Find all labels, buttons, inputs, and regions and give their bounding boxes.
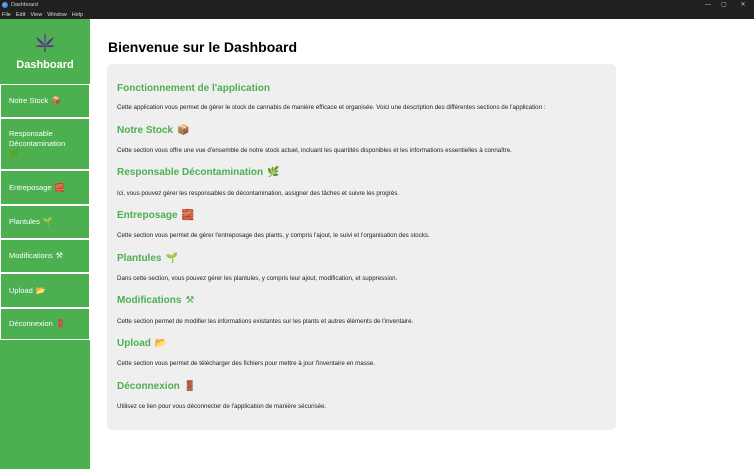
brand-title: Dashboard [16, 59, 74, 71]
sidebar-item-label: Entreposage [9, 182, 52, 192]
section-title-modifications: Modifications ⚒ [117, 295, 194, 306]
sidebar-item-plantules[interactable]: Plantules 🌱 [0, 205, 90, 239]
section-title-fonctionnement: Fonctionnement de l'application [117, 83, 270, 94]
section-title-text: Responsable Décontamination [117, 167, 264, 178]
section-title-text: Déconnexion [117, 381, 180, 392]
sidebar-item-label: Modifications [9, 251, 53, 260]
section-title-text: Plantules [117, 253, 162, 264]
section-desc-responsable: Ici, vous pouvez gérer les responsables … [117, 190, 400, 197]
section-title-deconnexion: Déconnexion 🚪 [117, 381, 196, 392]
section-desc-plantules: Dans cette section, vous pouvez gérer le… [117, 275, 398, 282]
app-icon [2, 2, 8, 8]
menu-view[interactable]: View [30, 12, 42, 18]
window-titlebar: Dashboard — ▢ ✕ [0, 0, 754, 10]
sidebar-item-notre-stock[interactable]: Notre Stock 📦 [0, 84, 90, 118]
leaf-icon: 🌿 [267, 167, 280, 178]
hammer-pick-icon: ⚒ [185, 295, 195, 306]
menu-help[interactable]: Help [72, 12, 83, 18]
section-title-entreposage: Entreposage 🧱 [117, 210, 194, 221]
box-icon: 📦 [51, 96, 62, 105]
section-title-responsable: Responsable Décontamination 🌿 [117, 167, 280, 178]
sidebar: Dashboard Notre Stock 📦 Responsable Déco… [0, 19, 90, 469]
section-desc-entreposage: Cette section vous permet de gérer l'ent… [117, 232, 430, 239]
section-title-upload: Upload 📂 [117, 338, 167, 349]
crate-icon: 🧱 [181, 210, 195, 221]
menu-window[interactable]: Window [47, 12, 67, 18]
section-title-text: Notre Stock [117, 125, 174, 136]
sidebar-item-label: Notre Stock [9, 96, 49, 105]
door-icon: 🚪 [55, 319, 66, 328]
section-title-notre-stock: Notre Stock 📦 [117, 125, 190, 136]
sidebar-item-responsable-decontamination[interactable]: Responsable Décontamination 🌿 [0, 118, 90, 170]
sidebar-item-label: Déconnexion [9, 319, 53, 328]
close-button[interactable]: ✕ [732, 0, 754, 10]
sidebar-item-label: Plantules [9, 217, 40, 226]
brand: Dashboard [0, 19, 90, 84]
section-desc-deconnexion: Utilisez ce lien pour vous déconnecter d… [117, 403, 327, 410]
hammer-pick-icon: ⚒ [55, 251, 63, 260]
leaf-icon: 🌿 [9, 149, 19, 158]
section-desc-notre-stock: Cette section vous offre une vue d'ensem… [117, 147, 512, 154]
section-desc-upload: Cette section vous permet de télécharger… [117, 360, 376, 367]
section-title-text: Fonctionnement de l'application [117, 83, 270, 94]
folder-icon: 📂 [35, 285, 46, 295]
door-icon: 🚪 [183, 381, 197, 392]
folder-icon: 📂 [154, 338, 168, 349]
crate-icon: 🧱 [54, 182, 65, 192]
sidebar-item-upload[interactable]: Upload 📂 [0, 273, 90, 308]
section-title-text: Upload [117, 338, 151, 349]
seedling-icon: 🌱 [165, 253, 178, 264]
sidebar-item-entreposage[interactable]: Entreposage 🧱 [0, 170, 90, 205]
sidebar-item-label: Responsable Décontamination [9, 129, 66, 148]
menu-edit[interactable]: Edit [16, 12, 25, 18]
section-desc-fonctionnement: Cette application vous permet de gérer l… [117, 104, 546, 111]
sidebar-item-label: Upload [9, 285, 33, 295]
seedling-icon: 🌱 [42, 217, 53, 226]
info-card: Fonctionnement de l'application Cette ap… [107, 64, 616, 430]
menu-bar: File Edit View Window Help [0, 10, 754, 19]
section-title-text: Entreposage [117, 210, 178, 221]
section-desc-modifications: Cette section permet de modifier les inf… [117, 318, 414, 325]
menu-file[interactable]: File [2, 12, 11, 18]
sidebar-item-deconnexion[interactable]: Déconnexion 🚪 [0, 308, 90, 340]
window-title: Dashboard [11, 2, 38, 8]
page-title: Bienvenue sur le Dashboard [108, 39, 298, 55]
sidebar-item-modifications[interactable]: Modifications ⚒ [0, 239, 90, 273]
section-title-plantules: Plantules 🌱 [117, 253, 178, 264]
box-icon: 📦 [177, 125, 190, 136]
section-title-text: Modifications [117, 295, 182, 306]
cannabis-leaf-logo-icon [35, 33, 55, 52]
